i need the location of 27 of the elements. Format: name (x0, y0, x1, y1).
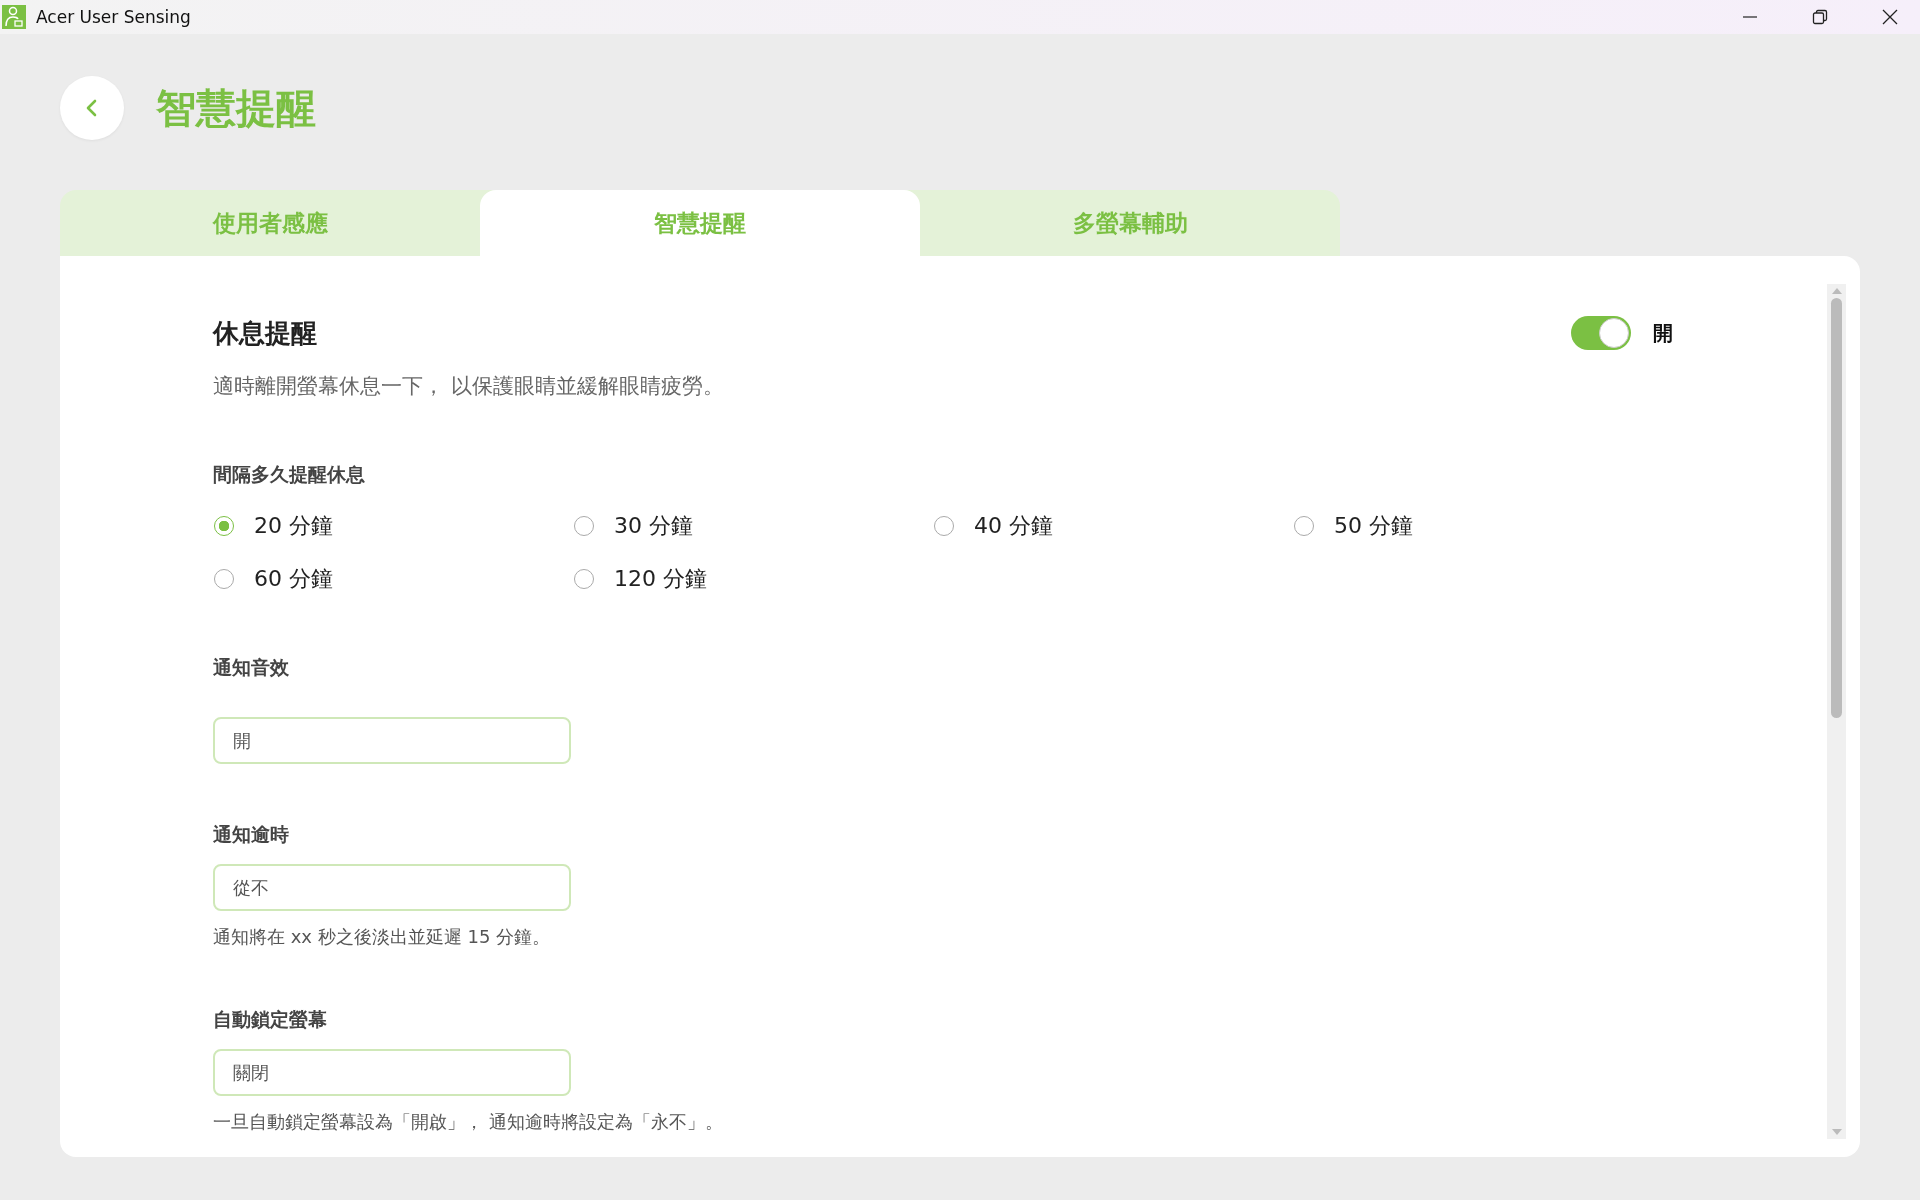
toggle-switch[interactable] (1571, 316, 1631, 350)
window-title: Acer User Sensing (36, 7, 191, 27)
dropdown-field[interactable]: 開 (213, 717, 571, 764)
close-icon[interactable] (1882, 9, 1898, 25)
dropdown-field[interactable]: 關閉 (213, 1049, 571, 1096)
toggle-label: 開 (1653, 319, 1673, 347)
scrollbar[interactable] (1827, 284, 1846, 1139)
hint-text: 通知將在 xx 秒之後淡出並延遲 15 分鐘。 (213, 925, 552, 949)
field-label: 自動鎖定螢幕 (213, 1007, 328, 1032)
section-description: 適時離開螢幕休息一下， 以保護眼睛並緩解眼睛疲勞。 (213, 373, 725, 400)
app-icon (2, 5, 26, 29)
radio-button[interactable] (214, 516, 234, 536)
dropdown-field[interactable]: 從不 (213, 864, 571, 911)
restore-icon[interactable] (1812, 9, 1828, 25)
field-label: 間隔多久提醒休息 (213, 462, 366, 487)
radio-label: 20 分鐘 (254, 512, 333, 540)
field-label: 通知逾時 (213, 822, 290, 847)
radio-label: 30 分鐘 (614, 512, 693, 540)
hint-text: 一旦自動鎖定螢幕設為「開啟」， 通知逾時將設定為「永不」。 (213, 1110, 724, 1134)
radio-label: 60 分鐘 (254, 565, 333, 593)
radio-label: 120 分鐘 (614, 565, 707, 593)
field-label: 通知音效 (213, 655, 290, 680)
page-title: 智慧提醒 (156, 83, 316, 133)
section-title: 休息提醒 (213, 316, 317, 350)
radio-label: 40 分鐘 (974, 512, 1053, 540)
radio-label: 50 分鐘 (1334, 512, 1413, 540)
back-button[interactable] (60, 76, 124, 140)
